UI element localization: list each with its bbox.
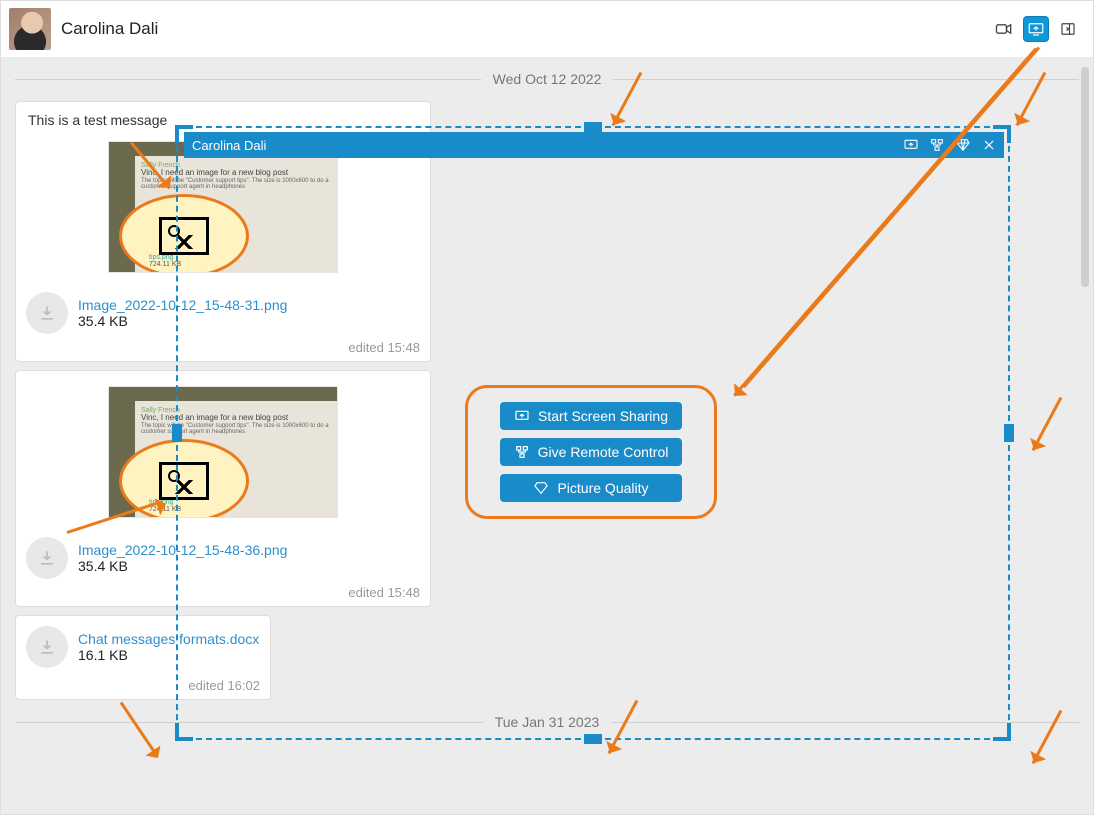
message-text: This is a test message bbox=[28, 112, 418, 128]
video-call-icon[interactable] bbox=[991, 16, 1017, 42]
attachment-thumbnail[interactable]: or attach them ge you need and essage an… bbox=[109, 142, 337, 272]
screen-icon[interactable] bbox=[902, 136, 920, 154]
image-icon bbox=[159, 217, 209, 255]
screen-share-icon[interactable] bbox=[1023, 16, 1049, 42]
download-icon[interactable] bbox=[26, 626, 68, 668]
message-meta: edited 16:02 bbox=[16, 678, 270, 699]
date-divider: Tue Jan 31 2023 bbox=[15, 714, 1079, 730]
highlight-ellipse bbox=[119, 439, 249, 517]
attachment-size: 35.4 KB bbox=[78, 313, 287, 329]
start-screen-sharing-button[interactable]: Start Screen Sharing bbox=[500, 402, 682, 430]
chat-header: Carolina Dali bbox=[1, 1, 1093, 57]
give-remote-control-button[interactable]: Give Remote Control bbox=[500, 438, 682, 466]
attachment-thumbnail[interactable]: or attach them ge you need and essage an… bbox=[109, 387, 337, 517]
download-icon[interactable] bbox=[26, 292, 68, 334]
scrollbar[interactable] bbox=[1081, 67, 1089, 287]
diamond-icon[interactable] bbox=[954, 136, 972, 154]
message-meta: edited 15:48 bbox=[16, 340, 430, 361]
attachment-filename[interactable]: Chat messages formats.docx bbox=[78, 631, 259, 647]
highlight-ellipse bbox=[119, 194, 249, 272]
share-menu: Start Screen Sharing Give Remote Control… bbox=[465, 385, 717, 519]
share-titlebar[interactable]: Carolina Dali bbox=[184, 132, 1004, 158]
share-title: Carolina Dali bbox=[190, 138, 902, 153]
attachment-filename[interactable]: Image_2022-10-12_15-48-31.png bbox=[78, 297, 287, 313]
picture-quality-button[interactable]: Picture Quality bbox=[500, 474, 682, 502]
attachment-size: 16.1 KB bbox=[78, 647, 259, 663]
attachment-size: 35.4 KB bbox=[78, 558, 287, 574]
contact-name: Carolina Dali bbox=[61, 19, 158, 39]
expand-panel-icon[interactable] bbox=[1055, 16, 1081, 42]
close-icon[interactable] bbox=[980, 136, 998, 154]
message-bubble: Chat messages formats.docx 16.1 KB edite… bbox=[15, 615, 271, 700]
avatar[interactable] bbox=[9, 8, 51, 50]
message-meta: edited 15:48 bbox=[16, 585, 430, 606]
download-icon[interactable] bbox=[26, 537, 68, 579]
network-icon[interactable] bbox=[928, 136, 946, 154]
image-icon bbox=[159, 462, 209, 500]
message-bubble: or attach them ge you need and essage an… bbox=[15, 370, 431, 607]
attachment-filename[interactable]: Image_2022-10-12_15-48-36.png bbox=[78, 542, 287, 558]
date-divider: Wed Oct 12 2022 bbox=[15, 71, 1079, 87]
